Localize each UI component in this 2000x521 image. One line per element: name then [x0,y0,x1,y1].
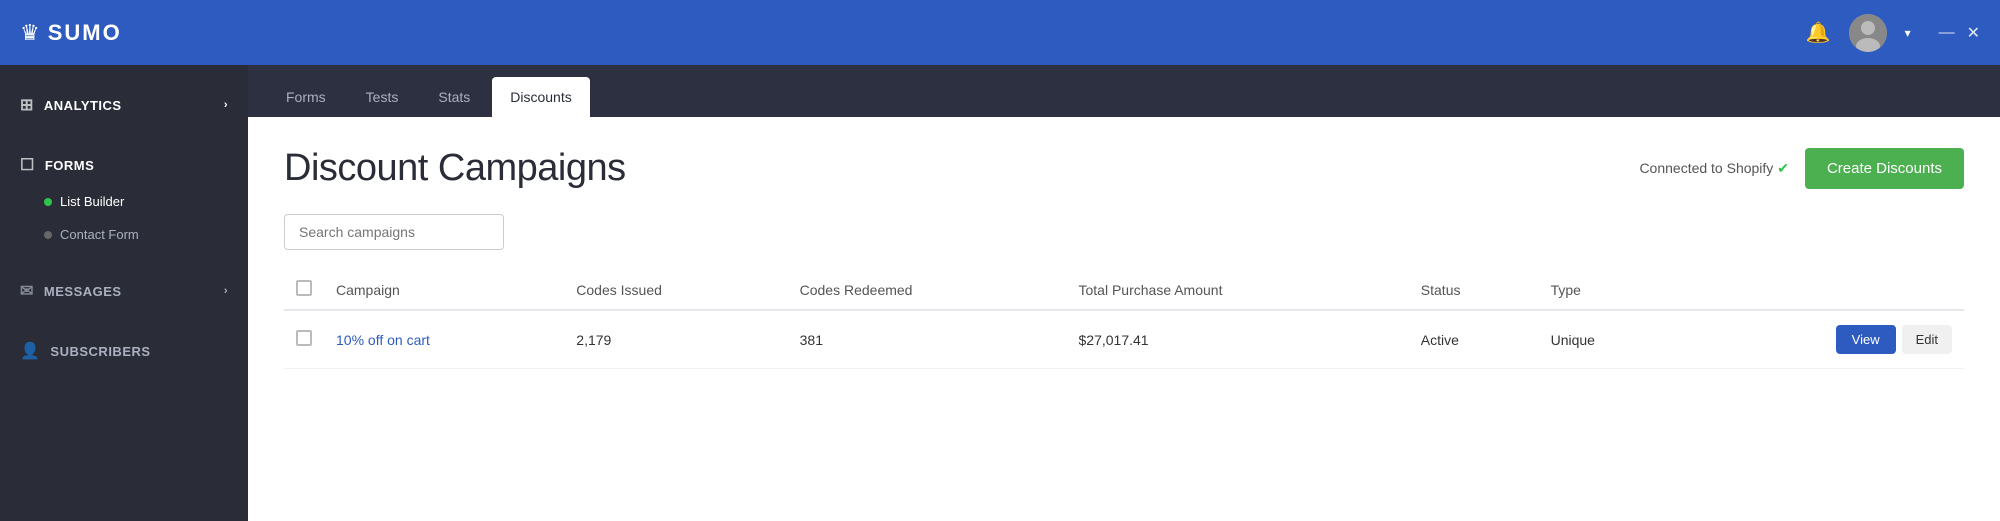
view-campaign-button[interactable]: View [1836,325,1896,354]
row-total-purchase-cell: $27,017.41 [1067,310,1409,369]
connected-status: Connected to Shopify ✔ [1639,160,1789,177]
row-actions: View Edit [1690,325,1952,354]
content-header: Discount Campaigns Connected to Shopify … [284,147,1964,190]
body-layout: ⊞ ANALYTICS › ☐ FORMS List Builder Conta… [0,65,2000,521]
sidebar: ⊞ ANALYTICS › ☐ FORMS List Builder Conta… [0,65,248,521]
close-button[interactable]: ✕ [1967,23,1980,43]
chevron-right-icon: › [224,99,228,111]
sidebar-item-list-builder[interactable]: List Builder [0,185,248,218]
row-checkbox-cell [284,310,324,369]
row-codes-redeemed-cell: 381 [788,310,1067,369]
table-header: Campaign Codes Issued Codes Redeemed Tot… [284,270,1964,310]
chevron-right-icon-messages: › [224,285,228,297]
sidebar-item-messages[interactable]: ✉ MESSAGES › [0,271,248,311]
header-type: Type [1539,270,1678,310]
campaigns-table-container: Campaign Codes Issued Codes Redeemed Tot… [284,270,1964,369]
page-title: Discount Campaigns [284,147,626,190]
tab-discounts[interactable]: Discounts [492,77,589,117]
header-right: Connected to Shopify ✔ Create Discounts [1639,148,1964,189]
messages-icon: ✉ [20,281,34,301]
sidebar-item-forms[interactable]: ☐ FORMS [0,145,248,185]
create-discounts-button[interactable]: Create Discounts [1805,148,1964,189]
active-dot-icon [44,198,52,206]
sidebar-item-subscribers[interactable]: 👤 SUBSCRIBERS [0,331,248,371]
subscribers-icon: 👤 [20,341,40,361]
avatar-caret-icon[interactable]: ▾ [1905,26,1911,40]
campaign-link[interactable]: 10% off on cart [336,332,430,348]
window-controls: — ✕ [1939,23,1980,43]
logo-text: SUMO [48,20,122,46]
sidebar-analytics-label: ANALYTICS [44,98,122,113]
sidebar-messages-label: MESSAGES [44,284,122,299]
grid-icon: ⊞ [20,95,34,115]
tab-forms[interactable]: Forms [268,77,344,117]
forms-icon: ☐ [20,155,35,175]
row-actions-cell: View Edit [1678,310,1964,369]
edit-campaign-button[interactable]: Edit [1902,325,1952,354]
tab-stats[interactable]: Stats [420,77,488,117]
row-checkbox[interactable] [296,330,312,346]
row-campaign-cell: 10% off on cart [324,310,564,369]
row-codes-issued-cell: 2,179 [564,310,787,369]
tab-tests[interactable]: Tests [348,77,417,117]
row-type-cell: Unique [1539,310,1678,369]
minimize-button[interactable]: — [1939,24,1955,42]
main-area: Forms Tests Stats Discounts Discount Cam… [248,65,2000,521]
header-campaign: Campaign [324,270,564,310]
list-builder-label: List Builder [60,194,124,209]
sidebar-forms-label: FORMS [45,158,94,173]
check-icon: ✔ [1777,160,1789,176]
sidebar-analytics-section: ⊞ ANALYTICS › [0,75,248,135]
table-row: 10% off on cart 2,179 381 $27,017.41 Act… [284,310,1964,369]
sidebar-subscribers-section: 👤 SUBSCRIBERS [0,321,248,381]
sidebar-subscribers-label: SUBSCRIBERS [50,344,150,359]
bell-icon[interactable]: 🔔 [1806,20,1831,45]
sidebar-item-contact-form[interactable]: Contact Form [0,218,248,251]
header-actions [1678,270,1964,310]
inactive-dot-icon [44,231,52,239]
content-area: Discount Campaigns Connected to Shopify … [248,117,2000,521]
sidebar-forms-section: ☐ FORMS List Builder Contact Form [0,135,248,261]
logo-crown-icon: ♛ [20,20,40,46]
search-campaigns-input[interactable] [284,214,504,250]
header-total-purchase: Total Purchase Amount [1067,270,1409,310]
header-checkbox-col [284,270,324,310]
select-all-checkbox[interactable] [296,280,312,296]
tabs-bar: Forms Tests Stats Discounts [248,65,2000,117]
sidebar-item-analytics[interactable]: ⊞ ANALYTICS › [0,85,248,125]
sidebar-messages-section: ✉ MESSAGES › [0,261,248,321]
logo-area: ♛ SUMO [20,20,1806,46]
header-codes-redeemed: Codes Redeemed [788,270,1067,310]
avatar[interactable] [1849,14,1887,52]
top-nav-right: 🔔 ▾ — ✕ [1806,14,1980,52]
header-status: Status [1409,270,1539,310]
header-codes-issued: Codes Issued [564,270,787,310]
row-status-cell: Active [1409,310,1539,369]
table-body: 10% off on cart 2,179 381 $27,017.41 Act… [284,310,1964,369]
top-navigation: ♛ SUMO 🔔 ▾ — ✕ [0,0,2000,65]
contact-form-label: Contact Form [60,227,139,242]
campaigns-table: Campaign Codes Issued Codes Redeemed Tot… [284,270,1964,369]
